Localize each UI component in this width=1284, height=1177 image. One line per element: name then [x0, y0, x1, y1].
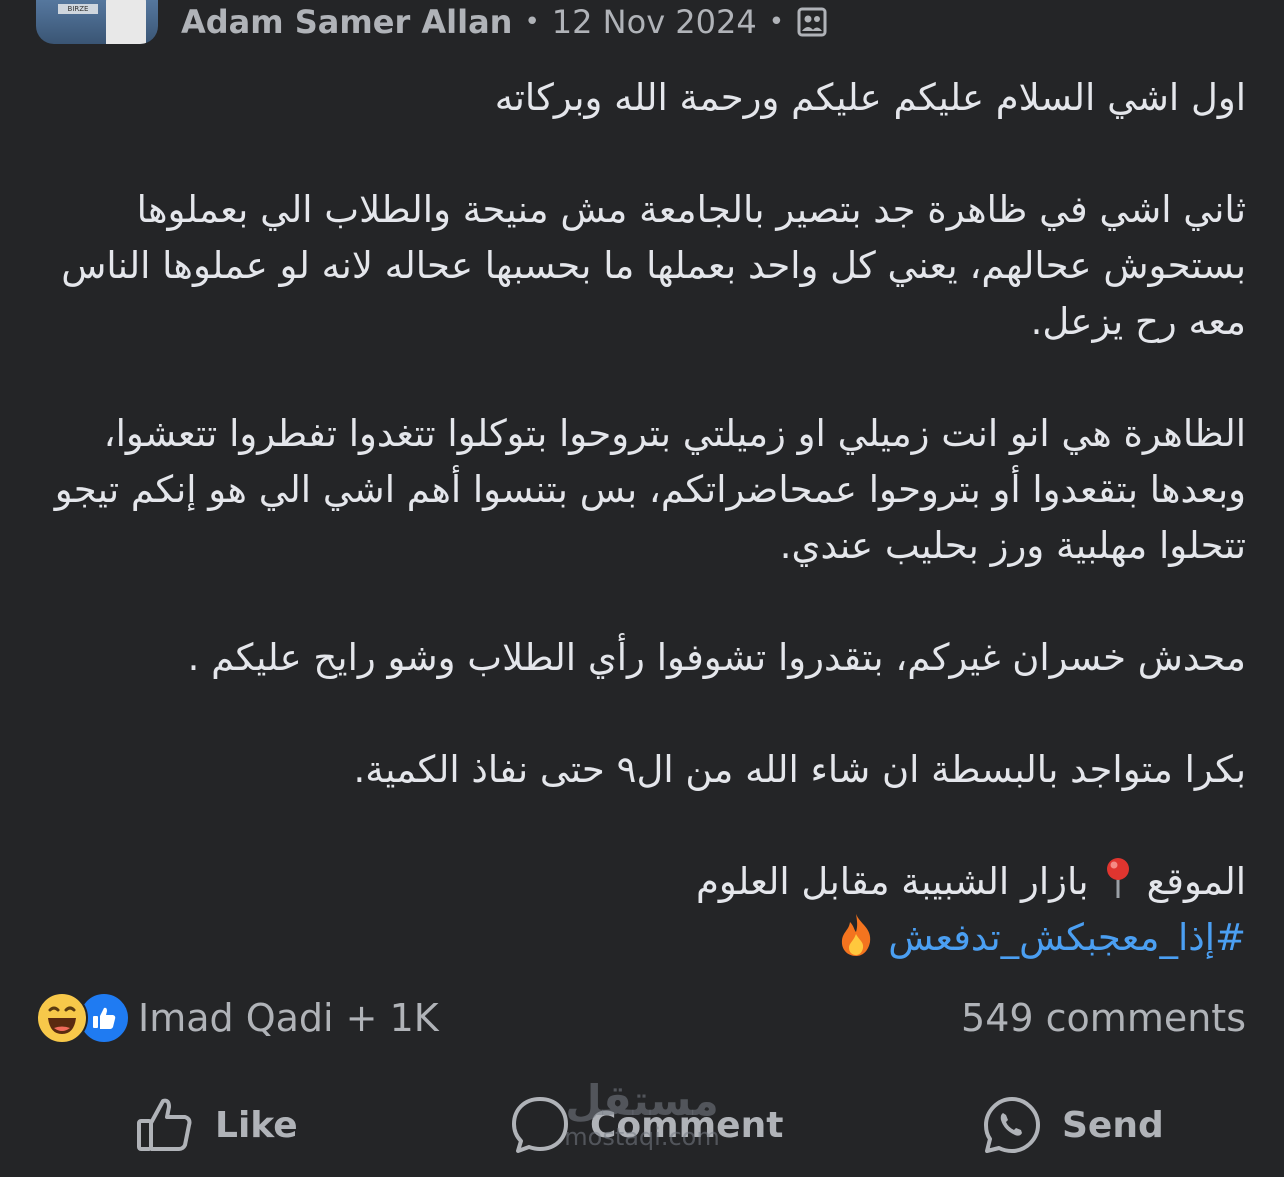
post-location-line: الموقع بازار الشبيبة مقابل العلوم [40, 854, 1246, 910]
post-paragraph-3: الظاهرة هي انو انت زميلي او زميلتي بتروح… [54, 412, 1246, 567]
haha-reaction-icon [36, 992, 88, 1044]
reaction-names: Imad Qadi + 1K [138, 996, 439, 1040]
reactions-summary[interactable]: Imad Qadi + 1K [36, 990, 439, 1046]
post-paragraph-4: محدش خسران غيركم، بتقدروا تشوفوا رأي الط… [187, 636, 1246, 679]
post-paragraph-2: ثاني اشي في ظاهرة جد بتصير بالجامعة مش م… [61, 188, 1246, 343]
pushpin-icon [1103, 856, 1133, 900]
post-header: BIRZE Adam Samer Allan • 12 Nov 2024 • [0, 0, 1284, 46]
author-avatar[interactable]: BIRZE [36, 0, 158, 44]
meta-separator: • [524, 7, 540, 37]
send-button[interactable]: Send [982, 1090, 1164, 1160]
post-date[interactable]: 12 Nov 2024 [552, 3, 757, 41]
author-name[interactable]: Adam Samer Allan [181, 3, 512, 41]
fire-icon [836, 912, 876, 958]
comment-label: Comment [590, 1104, 784, 1146]
group-photo-icon[interactable] [796, 6, 828, 38]
post-meta: Adam Samer Allan • 12 Nov 2024 • [181, 0, 828, 44]
like-label: Like [215, 1104, 298, 1146]
like-button[interactable]: Like [135, 1090, 298, 1160]
post-paragraph-5: بكرا متواجد بالبسطة ان شاء الله من ال٩ ح… [353, 748, 1247, 791]
post-body: اول اشي السلام عليكم عليكم ورحمة الله وب… [40, 70, 1246, 966]
comment-button[interactable]: Comment [510, 1090, 783, 1160]
whatsapp-icon [984, 1097, 1040, 1153]
post-hashtag-line: #إذا_معجبكش_تدفعش [40, 910, 1246, 966]
comment-bubble-icon [512, 1097, 568, 1153]
hashtag-link[interactable]: #إذا_معجبكش_تدفعش [888, 916, 1246, 959]
post-greeting: اول اشي السلام عليكم عليكم ورحمة الله وب… [494, 76, 1246, 119]
avatar-person [106, 0, 146, 44]
meta-separator: • [768, 7, 785, 37]
thumbs-up-icon [137, 1098, 192, 1151]
send-label: Send [1062, 1104, 1164, 1146]
post-actions: Like Comment Send [0, 1090, 1284, 1160]
location-label: الموقع [1146, 860, 1246, 903]
comments-count[interactable]: 549 comments [961, 990, 1246, 1046]
avatar-sign-text: BIRZE [58, 4, 98, 14]
location-value: بازار الشبيبة مقابل العلوم [695, 860, 1089, 903]
